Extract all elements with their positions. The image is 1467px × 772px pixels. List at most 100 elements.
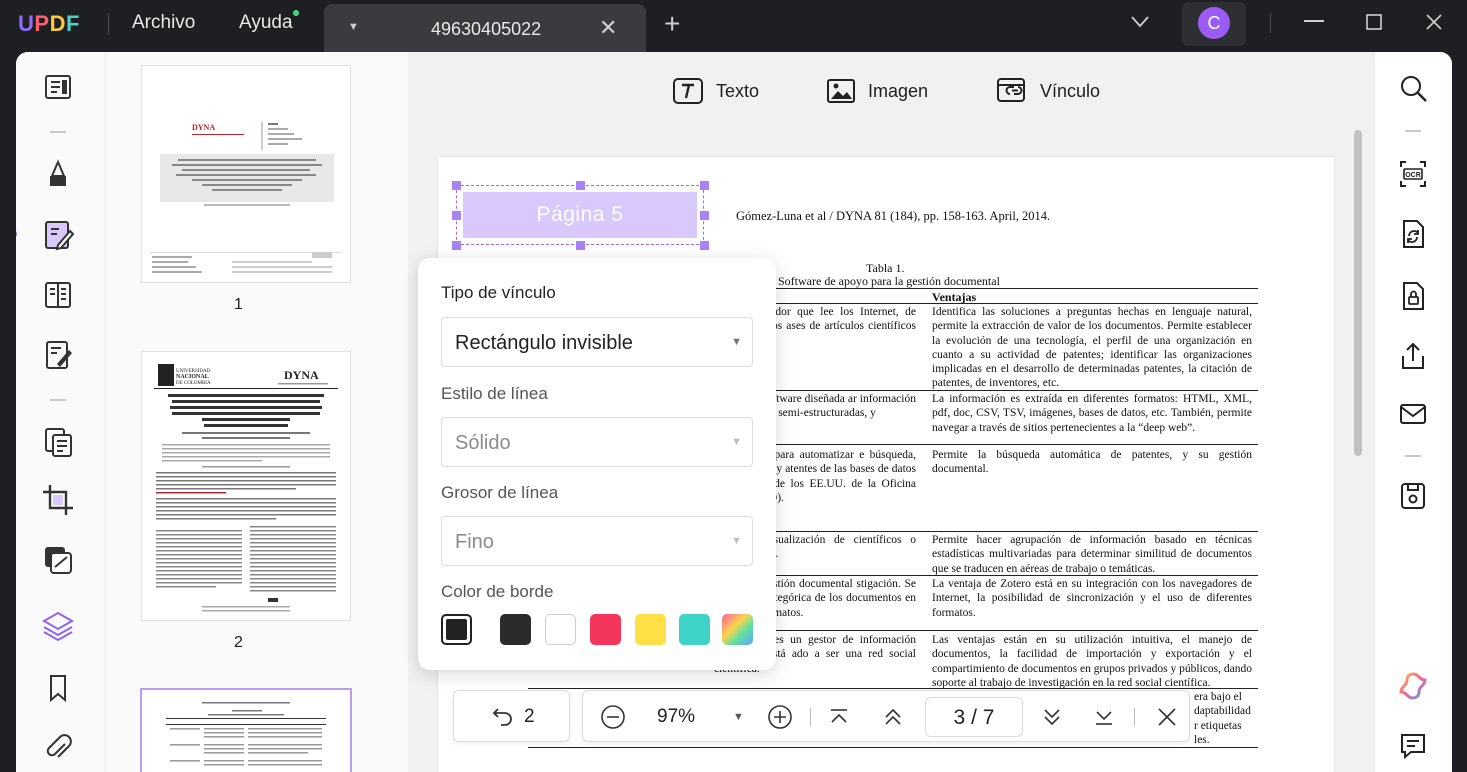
attachment-icon[interactable]: [40, 730, 76, 766]
color-swatch-yellow[interactable]: [635, 614, 666, 645]
thumbnail-panel: DYNA 1 UNIVERSIDAD NACIONAL DE COLOMBIA: [106, 52, 408, 772]
link-type-label: Tipo de vínculo: [441, 283, 556, 302]
color-swatch-black[interactable]: [500, 614, 531, 645]
edit-toolbar: Texto Imagen Vínculo: [408, 52, 1374, 130]
previous-page-icon[interactable]: [883, 707, 903, 727]
close-window-icon[interactable]: [1426, 14, 1442, 30]
vertical-scrollbar[interactable]: [1354, 130, 1362, 456]
page-thumbnail[interactable]: UNIVERSIDAD NACIONAL DE COLOMBIA DYNA: [142, 352, 350, 620]
resize-handle[interactable]: [452, 181, 461, 190]
table-cell: La ventaja de Zotero está en su integrac…: [932, 578, 1252, 619]
line-width-label: Grosor de línea: [441, 483, 559, 502]
line-width-select[interactable]: Fino ▼: [441, 516, 753, 566]
convert-pdf-icon[interactable]: [1397, 218, 1429, 250]
line-style-select[interactable]: Sólido ▼: [441, 417, 753, 467]
zoom-out-icon[interactable]: [600, 704, 626, 730]
thumbnail-number: 2: [234, 634, 243, 651]
add-image-button[interactable]: Imagen: [826, 76, 928, 106]
maximize-icon[interactable]: [1366, 14, 1382, 30]
undo-button[interactable]: 2: [453, 690, 570, 742]
close-nav-icon[interactable]: [1157, 707, 1177, 727]
resize-handle[interactable]: [700, 211, 709, 220]
account-area[interactable]: C: [1182, 2, 1246, 46]
color-swatch-selected[interactable]: [441, 614, 472, 645]
page-separator: /: [971, 706, 977, 729]
resize-handle[interactable]: [576, 181, 585, 190]
avatar[interactable]: C: [1198, 7, 1230, 39]
overlay-icon[interactable]: [40, 542, 76, 578]
resize-handle[interactable]: [700, 181, 709, 190]
table-cell: Las ventajas están en su utilización int…: [932, 634, 1252, 689]
link-selection-box[interactable]: Página 5: [452, 181, 709, 250]
left-tool-rail: [16, 52, 106, 772]
table-cell: era bajo el daptabilidad r etiquetas les…: [1194, 691, 1251, 746]
crop-icon[interactable]: [40, 482, 76, 518]
color-picker-icon[interactable]: [722, 614, 753, 645]
rail-divider: [1405, 455, 1421, 457]
resize-handle[interactable]: [700, 241, 709, 250]
resize-handle[interactable]: [452, 241, 461, 250]
minimize-icon[interactable]: [1304, 20, 1324, 22]
tab-dropdown-icon[interactable]: ▼: [348, 21, 359, 33]
add-link-button[interactable]: Vínculo: [996, 76, 1100, 106]
document-tab[interactable]: ▼ 49630405022 ✕: [324, 4, 646, 52]
add-text-button[interactable]: Texto: [672, 76, 759, 106]
table-cell: La información es extraída en diferentes…: [932, 393, 1252, 434]
page-thumbnail[interactable]: DYNA: [142, 66, 350, 282]
undo-count: 2: [524, 706, 535, 727]
table-cell: Permite hacer agrupación de información …: [932, 534, 1252, 575]
color-swatch-red[interactable]: [590, 614, 621, 645]
chevron-down-icon[interactable]: [1131, 16, 1149, 28]
highlighter-icon[interactable]: [40, 156, 76, 192]
protect-icon[interactable]: [1397, 280, 1429, 312]
svg-text:DYNA: DYNA: [284, 368, 319, 382]
edit-pdf-icon[interactable]: [40, 217, 76, 253]
line-style-label: Estilo de línea: [441, 384, 548, 403]
rail-divider: [50, 131, 66, 133]
email-icon[interactable]: [1397, 398, 1429, 430]
tab-close-icon[interactable]: ✕: [599, 15, 617, 41]
color-swatch-teal[interactable]: [679, 614, 710, 645]
organize-pages-icon[interactable]: [40, 277, 76, 313]
svg-text:OCR: OCR: [1405, 172, 1421, 179]
resize-handle[interactable]: [452, 211, 461, 220]
table-rule: [528, 747, 1258, 748]
next-page-icon[interactable]: [1042, 707, 1062, 727]
zoom-dropdown-icon[interactable]: ▼: [733, 711, 744, 723]
link-type-select[interactable]: Rectángulo invisible ▼: [441, 317, 753, 367]
ocr-icon[interactable]: OCR: [1397, 158, 1429, 190]
convert-icon[interactable]: [40, 424, 76, 460]
page-thumbnail-selected[interactable]: [142, 690, 350, 772]
menu-ayuda[interactable]: Ayuda: [239, 12, 293, 34]
border-color-label: Color de borde: [441, 582, 554, 601]
save-icon[interactable]: [1397, 480, 1429, 512]
share-icon[interactable]: [1397, 340, 1429, 372]
zoom-in-icon[interactable]: [767, 704, 793, 730]
svg-text:DYNA: DYNA: [192, 123, 215, 132]
reader-icon[interactable]: [40, 70, 76, 106]
page-header: Gómez-Luna et al / DYNA 81 (184), pp. 15…: [736, 209, 1051, 223]
add-image-label: Imagen: [868, 80, 929, 101]
menu-archivo[interactable]: Archivo: [132, 12, 195, 34]
color-swatch-white[interactable]: [545, 614, 576, 645]
link-properties-popup: Tipo de vínculo Rectángulo invisible ▼ E…: [418, 258, 776, 670]
tab-title: 49630405022: [431, 19, 542, 39]
fill-sign-icon[interactable]: [40, 337, 76, 373]
nav-divider: [1134, 708, 1135, 726]
resize-handle[interactable]: [576, 241, 585, 250]
bookmark-icon[interactable]: [40, 670, 76, 706]
new-tab-icon[interactable]: +: [664, 10, 680, 38]
layers-icon[interactable]: [40, 608, 76, 644]
right-tool-rail: OCR: [1374, 52, 1452, 772]
last-page-icon[interactable]: [1094, 707, 1114, 727]
search-icon[interactable]: [1397, 72, 1429, 104]
table-rule: [528, 688, 1258, 689]
zoom-level[interactable]: 97%: [657, 706, 695, 728]
ai-assistant-icon[interactable]: [1397, 670, 1429, 702]
svg-text:NACIONAL: NACIONAL: [176, 374, 209, 380]
comment-icon[interactable]: [1397, 730, 1429, 762]
page-indicator[interactable]: 3 / 7: [925, 697, 1023, 737]
current-page[interactable]: 3: [954, 706, 966, 729]
first-page-icon[interactable]: [829, 707, 849, 727]
update-dot: [293, 10, 299, 16]
